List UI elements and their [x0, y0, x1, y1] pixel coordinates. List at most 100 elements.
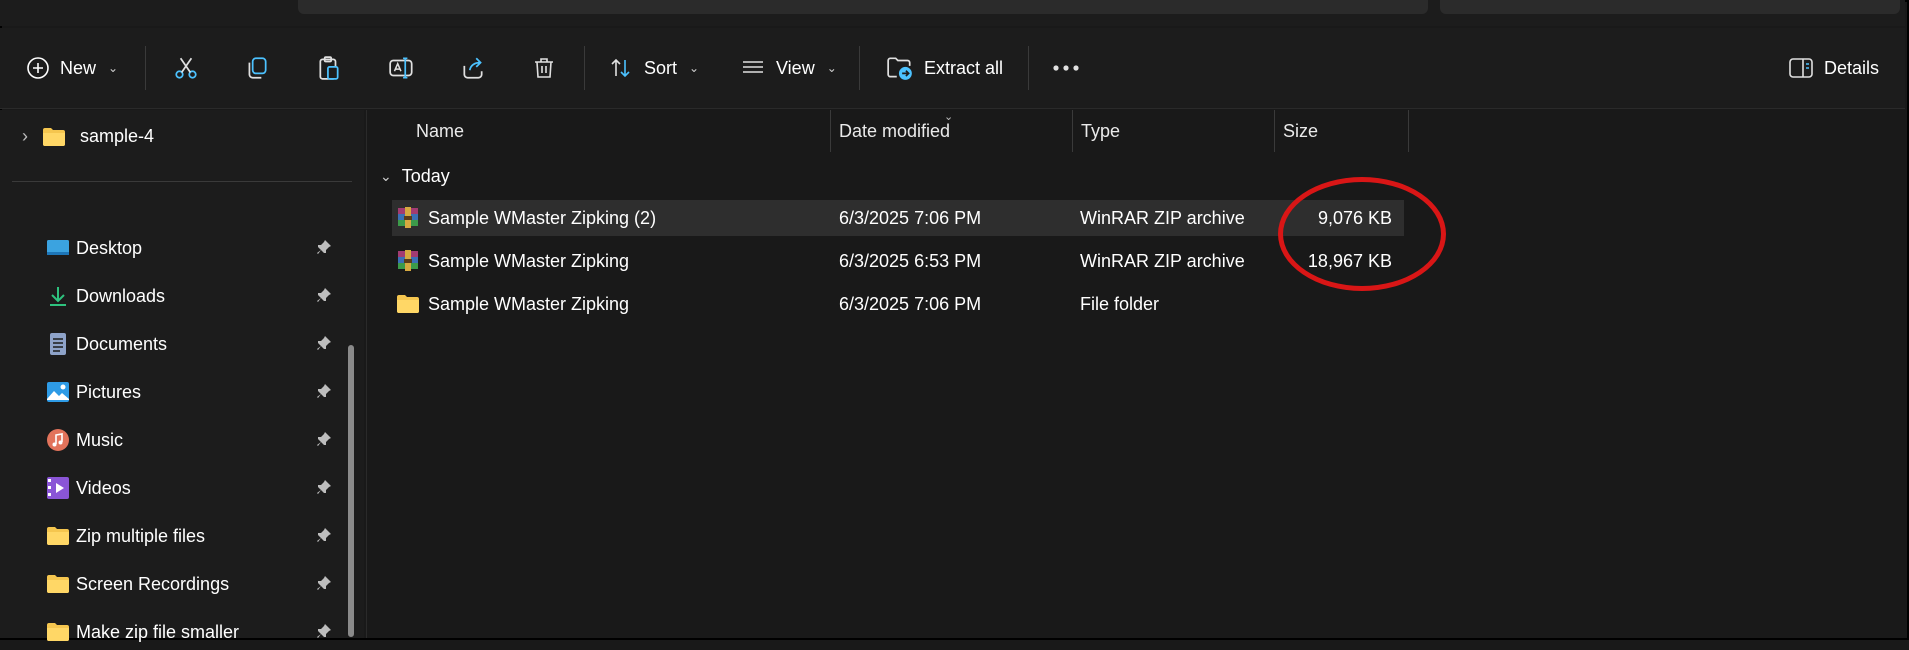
size-highlight-circle	[1278, 177, 1446, 291]
command-bar: New ⌄ Sort ⌄ View ⌄ Extract all Details	[0, 28, 1905, 109]
nav-scrollbar[interactable]	[348, 345, 354, 637]
extract-all-button[interactable]: Extract all	[886, 28, 1003, 108]
column-separator[interactable]	[1072, 110, 1073, 152]
column-date-label: Date modified	[839, 120, 951, 141]
copy-button[interactable]	[244, 28, 270, 108]
file-type: WinRAR ZIP archive	[1080, 250, 1245, 271]
nav-item-zip-multiple-files[interactable]: Zip multiple files	[46, 518, 346, 554]
file-row[interactable]: Sample WMaster Zipking (2) 6/3/2025 7:06…	[392, 200, 1404, 236]
pin-icon[interactable]	[316, 335, 332, 356]
pin-icon[interactable]	[316, 479, 332, 500]
column-separator[interactable]	[1408, 110, 1409, 152]
rename-button[interactable]	[388, 28, 416, 108]
extract-all-label: Extract all	[924, 57, 1004, 78]
sort-label: Sort	[644, 57, 678, 78]
chevron-right-icon: ›	[22, 126, 28, 146]
column-separator[interactable]	[830, 110, 831, 152]
chevron-down-icon: ⌄	[826, 61, 837, 75]
nav-divider	[12, 181, 352, 182]
nav-item-music[interactable]: Music	[46, 422, 346, 458]
column-header: Name Date modified ⌄ Type Size	[368, 110, 1908, 152]
details-pane-button[interactable]: Details	[1788, 28, 1879, 108]
winrar-archive-icon	[398, 207, 418, 228]
pin-icon[interactable]	[316, 383, 332, 404]
column-name-label: Name	[416, 120, 465, 141]
nav-item-label: Downloads	[76, 285, 166, 306]
folder-icon	[47, 575, 69, 593]
nav-item-sample-4[interactable]: › sample-4	[22, 126, 154, 147]
delete-button[interactable]	[532, 28, 556, 108]
nav-item-downloads[interactable]: Downloads	[46, 278, 346, 314]
column-date-modified[interactable]: Date modified	[839, 110, 950, 152]
extract-folder-icon	[887, 57, 912, 80]
nav-item-label: Zip multiple files	[76, 525, 206, 546]
winrar-archive-icon	[398, 250, 418, 271]
view-button[interactable]: View ⌄	[740, 28, 837, 108]
view-label: View	[776, 57, 815, 78]
folder-icon	[397, 295, 419, 313]
more-options-button[interactable]	[1052, 28, 1080, 108]
folder-icon	[43, 127, 65, 146]
nav-item-label: Screen Recordings	[76, 573, 230, 594]
pin-icon[interactable]	[316, 431, 332, 452]
download-arrow-icon	[50, 287, 66, 306]
picture-icon	[47, 382, 69, 402]
column-name[interactable]: Name	[416, 110, 464, 152]
share-icon	[463, 57, 483, 79]
file-date: 6/3/2025 6:53 PM	[839, 250, 982, 271]
desktop-icon	[47, 240, 69, 255]
pin-icon[interactable]	[316, 623, 332, 644]
nav-item-pictures[interactable]: Pictures	[46, 374, 346, 410]
toolbar-separator	[145, 46, 146, 90]
column-type-label: Type	[1081, 120, 1121, 141]
copy-icon	[248, 57, 267, 79]
file-name: Sample WMaster Zipking	[428, 250, 630, 271]
new-label: New	[60, 57, 97, 78]
pin-icon[interactable]	[316, 527, 332, 548]
list-view-icon	[743, 61, 763, 73]
share-button[interactable]	[460, 28, 486, 108]
column-separator[interactable]	[1274, 110, 1275, 152]
cut-button[interactable]	[173, 28, 199, 108]
column-size[interactable]: Size	[1283, 110, 1318, 152]
music-icon	[47, 429, 69, 451]
file-name: Sample WMaster Zipking (2)	[428, 207, 657, 228]
sort-arrows-icon	[611, 58, 630, 78]
column-type[interactable]: Type	[1081, 110, 1120, 152]
address-bar[interactable]	[298, 0, 1428, 14]
plus-circle-icon	[27, 57, 49, 79]
chevron-down-icon: ⌄	[689, 61, 700, 75]
trash-icon	[535, 58, 553, 78]
pin-icon[interactable]	[316, 575, 332, 596]
toolbar-separator	[584, 46, 585, 90]
nav-item-make-zip-file-smaller[interactable]: Make zip file smaller	[46, 614, 346, 650]
details-label: Details	[1824, 57, 1880, 78]
group-label: Today	[401, 166, 450, 186]
pin-icon[interactable]	[316, 239, 332, 260]
pane-splitter[interactable]	[366, 110, 367, 638]
sort-button[interactable]: Sort ⌄	[608, 28, 699, 108]
new-button[interactable]: New ⌄	[26, 28, 118, 108]
navigation-pane: › sample-4 Desktop Downloads Documents P…	[0, 110, 364, 642]
rename-icon	[389, 57, 413, 79]
address-bar-area	[0, 0, 1905, 26]
folder-icon	[47, 527, 69, 545]
nav-item-videos[interactable]: Videos	[46, 470, 346, 506]
nav-item-label: Videos	[76, 477, 131, 498]
video-icon	[47, 477, 69, 499]
file-type: WinRAR ZIP archive	[1080, 207, 1245, 228]
document-icon	[50, 333, 66, 355]
search-box[interactable]	[1440, 0, 1900, 14]
file-row[interactable]: Sample WMaster Zipking 6/3/2025 7:06 PM …	[392, 286, 1404, 322]
pin-icon[interactable]	[316, 287, 332, 308]
paste-button[interactable]	[316, 28, 342, 108]
file-row[interactable]: Sample WMaster Zipking 6/3/2025 6:53 PM …	[392, 243, 1404, 279]
scissors-icon	[175, 57, 197, 79]
toolbar-separator	[859, 46, 860, 90]
chevron-down-icon: ⌄	[108, 61, 119, 75]
nav-item-desktop[interactable]: Desktop	[46, 230, 346, 266]
group-header-today[interactable]: ⌄ Today	[380, 166, 450, 187]
nav-item-label: Music	[76, 429, 124, 450]
nav-item-screen-recordings[interactable]: Screen Recordings	[46, 566, 346, 602]
nav-item-documents[interactable]: Documents	[46, 326, 346, 362]
